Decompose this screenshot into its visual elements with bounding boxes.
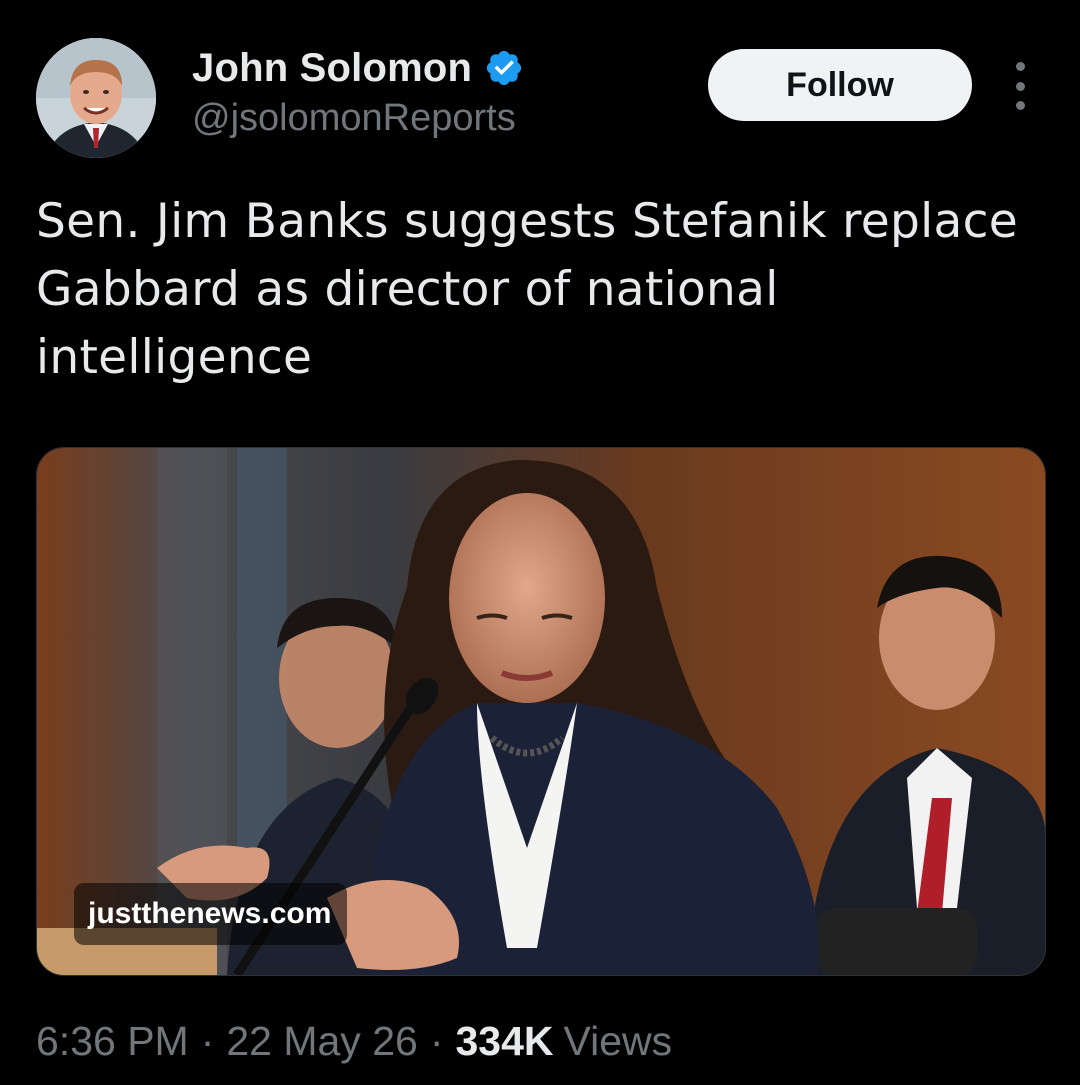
verified-badge-icon [487,50,522,86]
dot [1015,101,1025,110]
dot [1015,81,1025,91]
views-label: Views [563,1018,673,1064]
author-name-row[interactable]: John Solomon [192,44,524,92]
author-handle[interactable]: @jsolomonReports [192,97,516,140]
views-count[interactable]: 334K [455,1018,553,1065]
separator: · [429,1018,444,1064]
author-avatar[interactable] [36,38,156,158]
follow-button[interactable]: Follow [708,49,972,121]
tweet-time[interactable]: 6:36 PM [36,1018,189,1065]
tweet-meta: 6:36 PM · 22 May 26 · 334K Views [36,1018,672,1065]
avatar-image [36,38,156,158]
link-source-label[interactable]: justthenews.com [74,883,348,945]
more-options-icon[interactable] [1000,62,1040,110]
tweet-date[interactable]: 22 May 26 [226,1018,417,1065]
tweet-text: Sen. Jim Banks suggests Stefanik replace… [36,194,1018,385]
tweet-card: John Solomon @jsolomonReports Follow Sen… [0,0,1080,1085]
separator: · [200,1018,215,1064]
author-display-name[interactable]: John Solomon [192,46,472,91]
dot [1015,62,1025,71]
